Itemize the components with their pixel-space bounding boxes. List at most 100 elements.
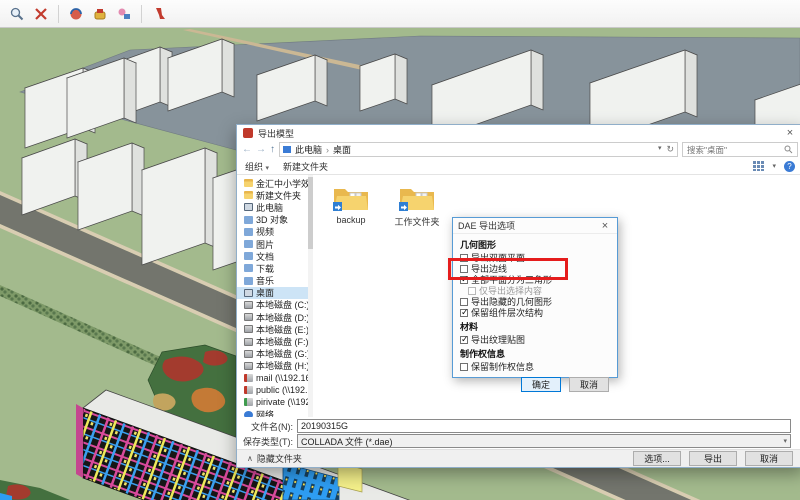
forward-icon[interactable]: → <box>256 145 266 155</box>
close-icon[interactable]: × <box>783 127 797 139</box>
file-item-work-folder[interactable]: 工作文件夹 <box>391 183 443 228</box>
zoom-extents-icon[interactable] <box>30 3 52 25</box>
dae-titlebar[interactable]: DAE 导出选项 × <box>453 218 617 234</box>
sidebar-item-drive-c[interactable]: 本地磁盘 (C:) <box>237 299 313 311</box>
checkbox-icon[interactable] <box>460 336 468 344</box>
position-camera-icon[interactable] <box>113 3 135 25</box>
network-drive-icon <box>244 386 253 394</box>
breadcrumb[interactable]: 此电脑 › 桌面 ▾ ↻ <box>279 142 678 157</box>
3d-objects-icon <box>244 216 253 224</box>
drive-icon <box>244 362 253 370</box>
drive-icon <box>244 301 253 309</box>
sidebar-item-videos[interactable]: 视频 <box>237 226 313 238</box>
walk-icon[interactable] <box>148 3 170 25</box>
ok-button[interactable]: 确定 <box>521 377 561 392</box>
chevron-down-icon: ▾ <box>266 165 270 172</box>
search-input[interactable] <box>687 145 771 155</box>
sidebar-item-drive-f[interactable]: 本地磁盘 (F:) <box>237 335 313 347</box>
filetype-select[interactable]: COLLADA 文件 (*.dae) ▾ <box>297 434 791 448</box>
scrollbar-thumb[interactable] <box>308 177 313 249</box>
back-icon[interactable]: ← <box>242 145 252 155</box>
sidebar-item-pictures[interactable]: 图片 <box>237 238 313 250</box>
sidebar-item-drive-g[interactable]: 本地磁盘 (G:) <box>237 348 313 360</box>
cancel-button[interactable]: 取消 <box>745 451 793 466</box>
options-button[interactable]: 选项... <box>633 451 681 466</box>
folder-icon <box>332 183 370 213</box>
pictures-icon <box>244 240 253 248</box>
option-preserve-component-hierarchies[interactable]: 保留组件层次结构 <box>460 307 610 318</box>
location-icon <box>283 146 291 153</box>
sidebar-item-drive-h[interactable]: 本地磁盘 (H:) <box>237 360 313 372</box>
breadcrumb-root[interactable]: 此电脑 <box>295 143 322 156</box>
help-icon[interactable] <box>784 161 795 172</box>
folder-icon <box>398 183 436 213</box>
sidebar-item-music[interactable]: 音乐 <box>237 275 313 287</box>
pan-icon[interactable] <box>89 3 111 25</box>
close-icon[interactable]: × <box>598 220 612 232</box>
sketchup-logo-icon <box>243 128 253 138</box>
sidebar-item-drive-e[interactable]: 本地磁盘 (E:) <box>237 323 313 335</box>
sidebar-item-public-share[interactable]: public (\\192.1 <box>237 384 313 396</box>
option-preserve-credits[interactable]: 保留制作权信息 <box>460 361 610 372</box>
school-end-wall <box>76 404 83 478</box>
save-fields: 文件名(N): 保存类型(T): COLLADA 文件 (*.dae) ▾ <box>237 418 800 449</box>
up-icon[interactable]: ↑ <box>270 145 275 155</box>
toolbar-separator <box>141 5 142 23</box>
view-grid-icon[interactable] <box>753 161 764 171</box>
checkbox-icon[interactable] <box>460 363 468 371</box>
orbit-icon[interactable] <box>65 3 87 25</box>
sidebar-item-pinned-folder[interactable]: 金汇中小学效果图∧ <box>237 177 313 189</box>
file-name: backup <box>336 215 365 225</box>
folder-icon <box>244 191 253 199</box>
dae-dialog-title: DAE 导出选项 <box>458 219 515 232</box>
checkbox-icon[interactable] <box>460 309 468 317</box>
hide-folders-button[interactable]: ∧隐藏文件夹 <box>247 452 625 465</box>
search-box[interactable] <box>682 142 798 157</box>
sidebar-item-downloads[interactable]: 下载 <box>237 262 313 274</box>
breadcrumb-separator-icon: › <box>326 145 329 155</box>
sidebar-item-network[interactable]: 网络 <box>237 409 313 417</box>
export-button[interactable]: 导出 <box>689 451 737 466</box>
dae-cancel-button[interactable]: 取消 <box>569 377 609 392</box>
toolbar-separator <box>58 5 59 23</box>
new-folder-button[interactable]: 新建文件夹 <box>283 160 328 173</box>
sidebar-item-desktop[interactable]: 桌面 <box>237 287 313 299</box>
sidebar-item-private-share[interactable]: pirivate (\\192. <box>237 396 313 408</box>
credits-heading: 制作权信息 <box>460 347 610 360</box>
sketchup-toolbar <box>0 0 800 28</box>
sidebar-item-pinned-folder[interactable]: 新建文件夹 <box>237 189 313 201</box>
search-icon <box>784 145 793 154</box>
checkbox-icon <box>468 287 476 295</box>
sidebar-item-mail-share[interactable]: mail (\\192.168 <box>237 372 313 384</box>
dialog-titlebar[interactable]: 导出模型 × <box>237 125 800 141</box>
file-item-backup[interactable]: backup <box>325 183 377 225</box>
desktop-icon <box>244 289 253 297</box>
drive-icon <box>244 313 253 321</box>
dialog-title: 导出模型 <box>258 127 778 140</box>
chevron-up-icon: ∧ <box>247 454 253 463</box>
navigation-pane: 金汇中小学效果图∧ 新建文件夹 此电脑 3D 对象 视频 图片 文档 下载 音乐… <box>237 175 313 417</box>
breadcrumb-current[interactable]: 桌面 <box>333 143 351 156</box>
sidebar-scrollbar[interactable] <box>308 175 313 417</box>
filetype-label: 保存类型(T): <box>237 435 293 448</box>
network-drive-icon <box>244 374 253 382</box>
documents-icon <box>244 252 253 260</box>
organize-button[interactable]: 组织 ▾ <box>245 160 269 173</box>
sidebar-item-3d-objects[interactable]: 3D 对象 <box>237 214 313 226</box>
file-name: 工作文件夹 <box>394 215 439 228</box>
filename-label: 文件名(N): <box>237 420 293 433</box>
filename-input[interactable] <box>297 419 791 433</box>
materials-heading: 材料 <box>460 320 610 333</box>
refresh-icon[interactable]: ↻ <box>666 144 674 155</box>
sidebar-item-documents[interactable]: 文档 <box>237 250 313 262</box>
sidebar-item-this-pc[interactable]: 此电脑 <box>237 201 313 213</box>
zoom-icon[interactable] <box>6 3 28 25</box>
chevron-down-icon[interactable]: ▾ <box>772 162 776 170</box>
option-export-texture-maps[interactable]: 导出纹理贴图 <box>460 334 610 345</box>
geometry-heading: 几何图形 <box>460 238 610 251</box>
checkbox-icon[interactable] <box>460 298 468 306</box>
sidebar-item-drive-d[interactable]: 本地磁盘 (D:) <box>237 311 313 323</box>
address-dropdown-icon[interactable]: ▾ <box>658 144 662 155</box>
drive-icon <box>244 325 253 333</box>
computer-icon <box>244 203 253 211</box>
